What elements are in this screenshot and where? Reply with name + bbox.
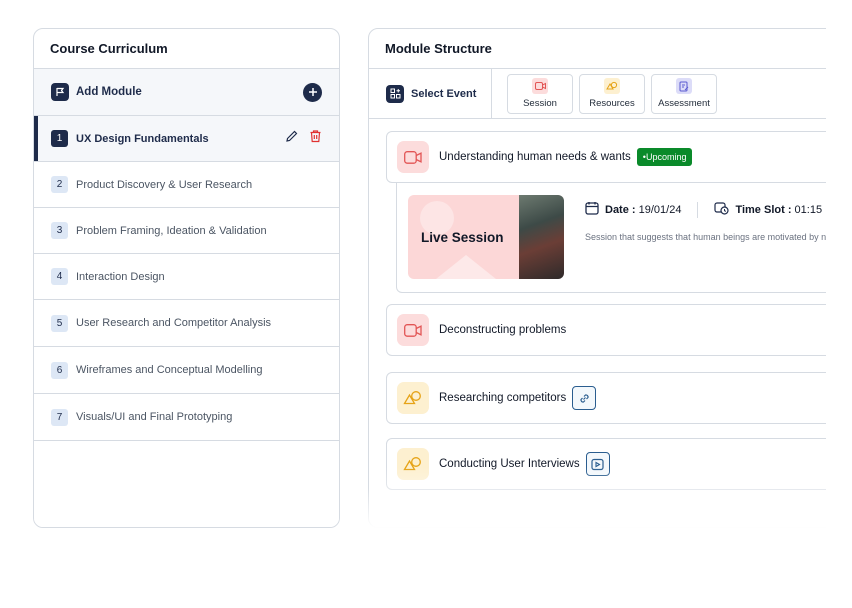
link-icon[interactable] (572, 386, 597, 410)
module-label: Wireframes and Conceptual Modelling (76, 364, 263, 376)
calendar-icon (585, 201, 599, 218)
event-card-3[interactable]: Researching competitors (386, 372, 852, 424)
module-number: 5 (51, 314, 68, 332)
live-session-thumbnail[interactable]: Live Session (408, 195, 564, 279)
add-module-label: Add Module (76, 86, 142, 98)
course-curriculum-panel: Course Curriculum Add Module 1 UX Design… (33, 28, 340, 528)
date-value: 19/01/24 (638, 203, 682, 216)
module-number: 1 (51, 130, 68, 147)
module-number: 4 (51, 268, 68, 285)
delete-icon[interactable] (309, 129, 322, 148)
module-item-6[interactable]: 6 Wireframes and Conceptual Modelling (34, 347, 339, 394)
assessment-type-label: Assessment (658, 98, 710, 109)
select-event-label: Select Event (411, 87, 477, 100)
status-badge: •Upcoming (636, 148, 693, 166)
grid-plus-icon (386, 84, 404, 103)
event-card-1[interactable]: Understanding human needs & wants •Upcom… (386, 131, 852, 183)
module-label: User Research and Competitor Analysis (76, 317, 272, 329)
module-label: Interaction Design (76, 270, 165, 283)
structure-title: Module Structure (369, 29, 852, 69)
video-icon (397, 141, 429, 173)
event-meta: Date : 19/01/24 Time Slot : 01:15 PM (585, 201, 842, 218)
event-description: Session that suggests that human beings … (585, 232, 846, 242)
shapes-icon (604, 78, 620, 94)
module-number: 6 (51, 361, 68, 379)
module-item-5[interactable]: 5 User Research and Competitor Analysis (34, 300, 339, 347)
event-title: Conducting User Interviews (439, 458, 580, 470)
play-icon[interactable] (585, 452, 610, 476)
add-module-button[interactable] (303, 82, 322, 102)
module-item-7[interactable]: 7 Visuals/UI and Final Prototyping (34, 394, 339, 441)
flag-icon (51, 83, 69, 101)
module-item-3[interactable]: 3 Problem Framing, Ideation & Validation (34, 208, 339, 254)
session-type-label: Session (523, 98, 557, 109)
shapes-icon (397, 448, 429, 480)
video-icon (532, 78, 548, 94)
session-photo (519, 195, 564, 279)
event-title: Researching competitors (439, 392, 567, 404)
event-title: Understanding human needs & wants (439, 151, 631, 163)
select-event-button[interactable]: Select Event (369, 69, 492, 118)
shapes-icon (397, 382, 429, 414)
event-details: Live Session Date : 19/01/24 Time Slot :… (396, 183, 852, 293)
video-icon (397, 314, 429, 346)
module-label: Visuals/UI and Final Prototyping (76, 411, 233, 423)
plus-icon (308, 88, 317, 96)
edit-icon[interactable] (285, 129, 299, 148)
slot-label: Time Slot : (735, 203, 792, 216)
module-number: 3 (51, 222, 68, 239)
event-title: Deconstructing problems (439, 324, 567, 336)
session-type-button[interactable]: Session (507, 73, 573, 114)
assessment-icon (676, 78, 692, 94)
module-item-2[interactable]: 2 Product Discovery & User Research (34, 162, 339, 208)
module-item-1[interactable]: 1 UX Design Fundamentals (34, 116, 339, 162)
assessment-type-button[interactable]: Assessment (651, 73, 717, 114)
module-number: 7 (51, 408, 68, 426)
resources-type-label: Resources (589, 98, 635, 109)
live-session-label: Live Session (421, 230, 504, 245)
add-module-row[interactable]: Add Module (34, 69, 339, 116)
date-label: Date : (605, 203, 636, 216)
curriculum-title: Course Curriculum (34, 29, 339, 69)
event-card-4[interactable]: Conducting User Interviews (386, 438, 852, 490)
module-number: 2 (51, 176, 68, 193)
module-label: Product Discovery & User Research (76, 178, 253, 191)
resources-type-button[interactable]: Resources (579, 73, 645, 114)
event-toolbar: Select Event Session Resources Assessmen… (369, 69, 852, 119)
module-label: Problem Framing, Ideation & Validation (76, 224, 267, 237)
module-label: UX Design Fundamentals (76, 132, 209, 145)
module-item-4[interactable]: 4 Interaction Design (34, 254, 339, 300)
event-card-2[interactable]: Deconstructing problems (386, 304, 852, 356)
clock-icon (714, 201, 730, 218)
